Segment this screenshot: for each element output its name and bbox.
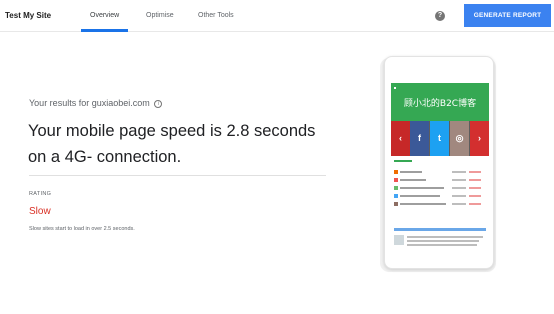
social-strip: ‹ f t ◎ › [391, 121, 489, 156]
list-bullet [394, 202, 398, 206]
list-meta-placeholder [469, 171, 481, 173]
list-item [394, 194, 486, 199]
list-text-placeholder [400, 203, 446, 205]
list-text-placeholder [400, 187, 444, 189]
list-meta-placeholder [452, 171, 466, 173]
list-text-placeholder [400, 195, 440, 197]
list-text-placeholder [400, 179, 426, 181]
list-meta-placeholder [452, 195, 466, 197]
rating-value: Slow [29, 206, 51, 217]
article-text-placeholder [407, 240, 479, 242]
list-meta-placeholder [452, 187, 466, 189]
list-meta-placeholder [469, 203, 481, 205]
phone-preview: 顾小北的B2C博客 ‹ f t ◎ › [384, 56, 494, 269]
list-item [394, 178, 486, 183]
site-banner: 顾小北的B2C博客 [391, 83, 489, 121]
instagram-icon: ◎ [450, 121, 469, 156]
article-text-placeholder [407, 244, 477, 246]
phone-screen: 顾小北的B2C博客 ‹ f t ◎ › [391, 83, 489, 255]
active-tab-indicator [81, 29, 128, 32]
site-name[interactable]: Test My Site [5, 11, 51, 20]
list-bullet [394, 194, 398, 198]
banner-title: 顾小北的B2C博客 [403, 99, 477, 109]
divider [29, 175, 326, 176]
list-meta-placeholder [469, 179, 481, 181]
list-bullet [394, 186, 398, 190]
article-thumbnail [394, 235, 404, 245]
page-speed-headline: Your mobile page speed is 2.8 seconds on… [28, 122, 316, 166]
list-meta-placeholder [469, 195, 481, 197]
list-meta-placeholder [469, 187, 481, 189]
info-icon[interactable]: i [154, 99, 163, 108]
tab-other-tools[interactable]: Other Tools [198, 12, 234, 19]
rating-description: Slow sites start to load in over 2.5 sec… [29, 226, 135, 232]
results-for-text: Your results for guxiaobei.com i [29, 98, 163, 108]
list-bullet [394, 178, 398, 182]
section-heading-placeholder [394, 160, 412, 162]
menu-icon [394, 87, 396, 89]
facebook-icon: f [410, 121, 429, 156]
list-item [394, 170, 486, 175]
help-icon[interactable]: ? [435, 11, 445, 21]
list-item [394, 186, 486, 191]
next-arrow-icon: › [470, 121, 489, 156]
prev-arrow-icon: ‹ [391, 121, 410, 156]
rating-label: RATING [29, 191, 52, 197]
article-title-placeholder [394, 228, 486, 231]
top-bar: Test My Site Overview Optimise Other Too… [0, 0, 554, 32]
generate-report-button[interactable]: GENERATE REPORT [464, 4, 551, 27]
results-for-label: Your results for guxiaobei.com [29, 98, 150, 108]
article-text-placeholder [407, 236, 483, 238]
list-item [394, 202, 486, 207]
list-meta-placeholder [452, 203, 466, 205]
list-text-placeholder [400, 171, 422, 173]
twitter-icon: t [430, 121, 449, 156]
tab-overview[interactable]: Overview [90, 12, 119, 19]
tab-optimise[interactable]: Optimise [146, 12, 174, 19]
list-bullet [394, 170, 398, 174]
list-meta-placeholder [452, 179, 466, 181]
